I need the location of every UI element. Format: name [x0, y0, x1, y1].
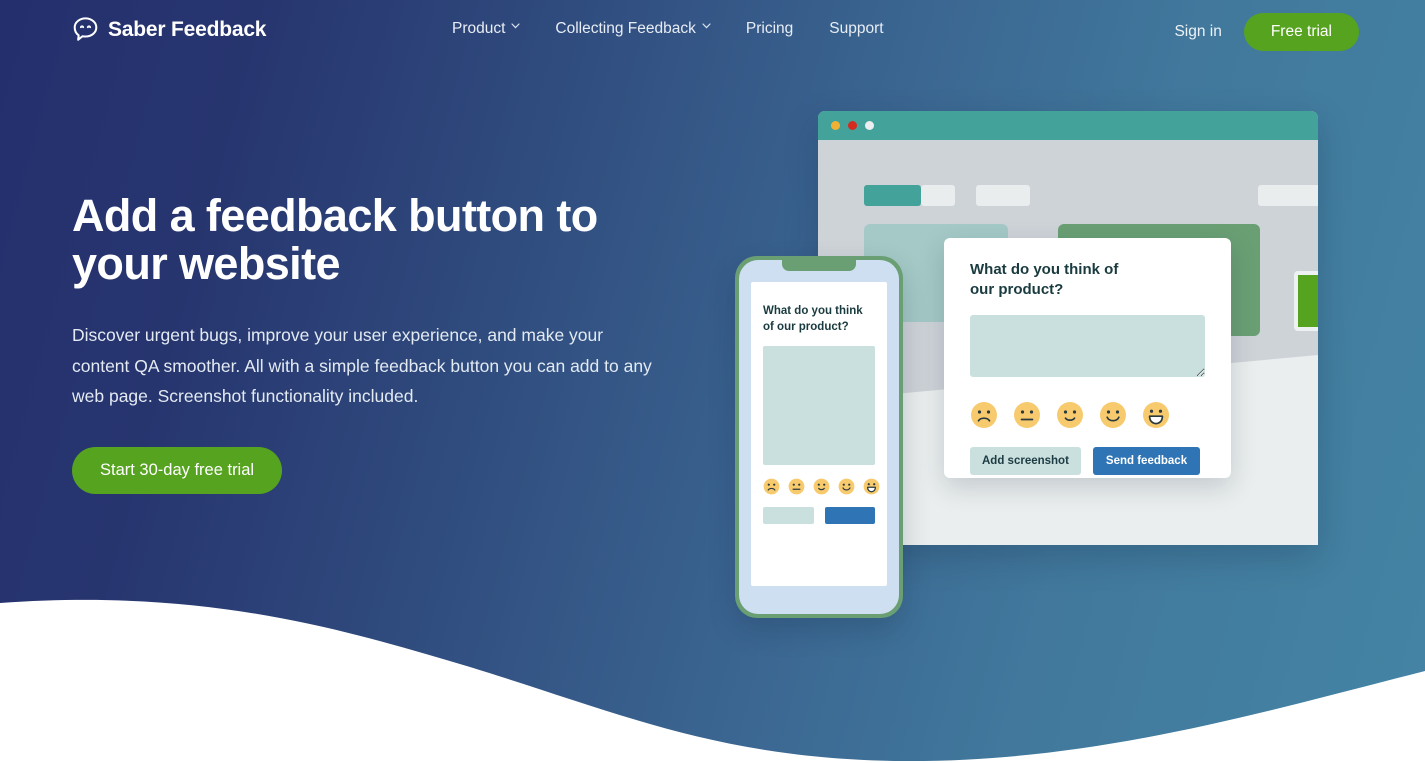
free-trial-button[interactable]: Free trial	[1243, 13, 1359, 51]
nav-item-pricing[interactable]: Pricing	[728, 20, 811, 38]
hero-subtitle: Discover urgent bugs, improve your user …	[72, 325, 652, 406]
mock-nav-item	[921, 185, 955, 206]
brand-logo[interactable]: Saber Feedback	[72, 16, 266, 43]
face-sad-icon[interactable]	[763, 478, 780, 495]
page-title: Add a feedback button to your website	[72, 190, 598, 290]
face-grin-icon[interactable]	[1142, 401, 1170, 429]
phone-send-feedback-button[interactable]	[824, 507, 875, 525]
feedback-widget: What do you think of our product? Add sc…	[944, 238, 1231, 478]
window-dot-yellow-icon	[831, 121, 840, 130]
nav-label: Support	[829, 20, 884, 37]
rating-faces	[970, 401, 1205, 429]
nav-item-collecting-feedback[interactable]: Collecting Feedback	[537, 20, 727, 38]
bottom-wave-divider	[0, 599, 1425, 763]
add-screenshot-button[interactable]: Add screenshot	[970, 446, 1081, 475]
window-dot-white-icon	[865, 121, 874, 130]
phone-widget-title: What do you think of our product?	[763, 305, 863, 333]
start-free-trial-button[interactable]: Start 30-day free trial	[72, 447, 283, 495]
mock-search-field	[1258, 185, 1318, 206]
hero-section: Add a feedback button to your website Di…	[72, 190, 672, 495]
mock-nav-item-active	[864, 185, 921, 206]
feedback-textarea[interactable]	[970, 314, 1205, 377]
send-feedback-button[interactable]: Send feedback	[1092, 446, 1201, 475]
landing-page: Saber Feedback Product Collecting Feedba…	[0, 0, 1425, 763]
widget-actions: Add screenshot Send feedback	[970, 446, 1205, 475]
main-navigation: Product Collecting Feedback Pricing Supp…	[452, 20, 902, 38]
phone-widget-actions	[763, 507, 875, 525]
site-header: Saber Feedback Product Collecting Feedba…	[0, 0, 1425, 64]
face-slight-smile-icon[interactable]	[813, 478, 830, 495]
nav-label: Pricing	[745, 20, 794, 37]
header-actions: Sign in Free trial	[1174, 13, 1359, 51]
chevron-down-icon	[702, 23, 711, 31]
browser-title-bar	[818, 111, 1318, 140]
face-slight-smile-icon[interactable]	[1056, 401, 1084, 429]
window-dot-red-icon	[848, 121, 857, 130]
face-neutral-icon[interactable]	[788, 478, 805, 495]
phone-mockup: What do you think of our product?	[735, 256, 903, 618]
face-grin-icon[interactable]	[863, 478, 880, 495]
speech-bubble-smiley-icon	[72, 16, 99, 43]
face-smile-icon[interactable]	[838, 478, 855, 495]
nav-label: Product	[452, 20, 506, 37]
phone-bezel: What do you think of our product?	[739, 260, 899, 614]
phone-add-screenshot-button[interactable]	[763, 507, 814, 525]
sign-in-link[interactable]: Sign in	[1174, 23, 1243, 41]
nav-item-product[interactable]: Product	[452, 20, 537, 38]
phone-notch	[782, 260, 856, 271]
feedback-tab-button[interactable]	[1294, 271, 1318, 331]
face-neutral-icon[interactable]	[1013, 401, 1041, 429]
phone-rating-faces	[763, 478, 880, 495]
phone-feedback-textarea[interactable]	[763, 346, 875, 466]
mock-nav-item-2	[976, 185, 1030, 206]
chevron-down-icon	[511, 23, 521, 31]
face-sad-icon[interactable]	[970, 401, 998, 429]
phone-screen: What do you think of our product?	[751, 282, 887, 586]
nav-item-support[interactable]: Support	[811, 20, 901, 38]
nav-label: Collecting Feedback	[555, 20, 696, 37]
brand-name: Saber Feedback	[108, 17, 267, 41]
widget-title: What do you think of our product?	[970, 261, 1119, 299]
face-smile-icon[interactable]	[1099, 401, 1127, 429]
